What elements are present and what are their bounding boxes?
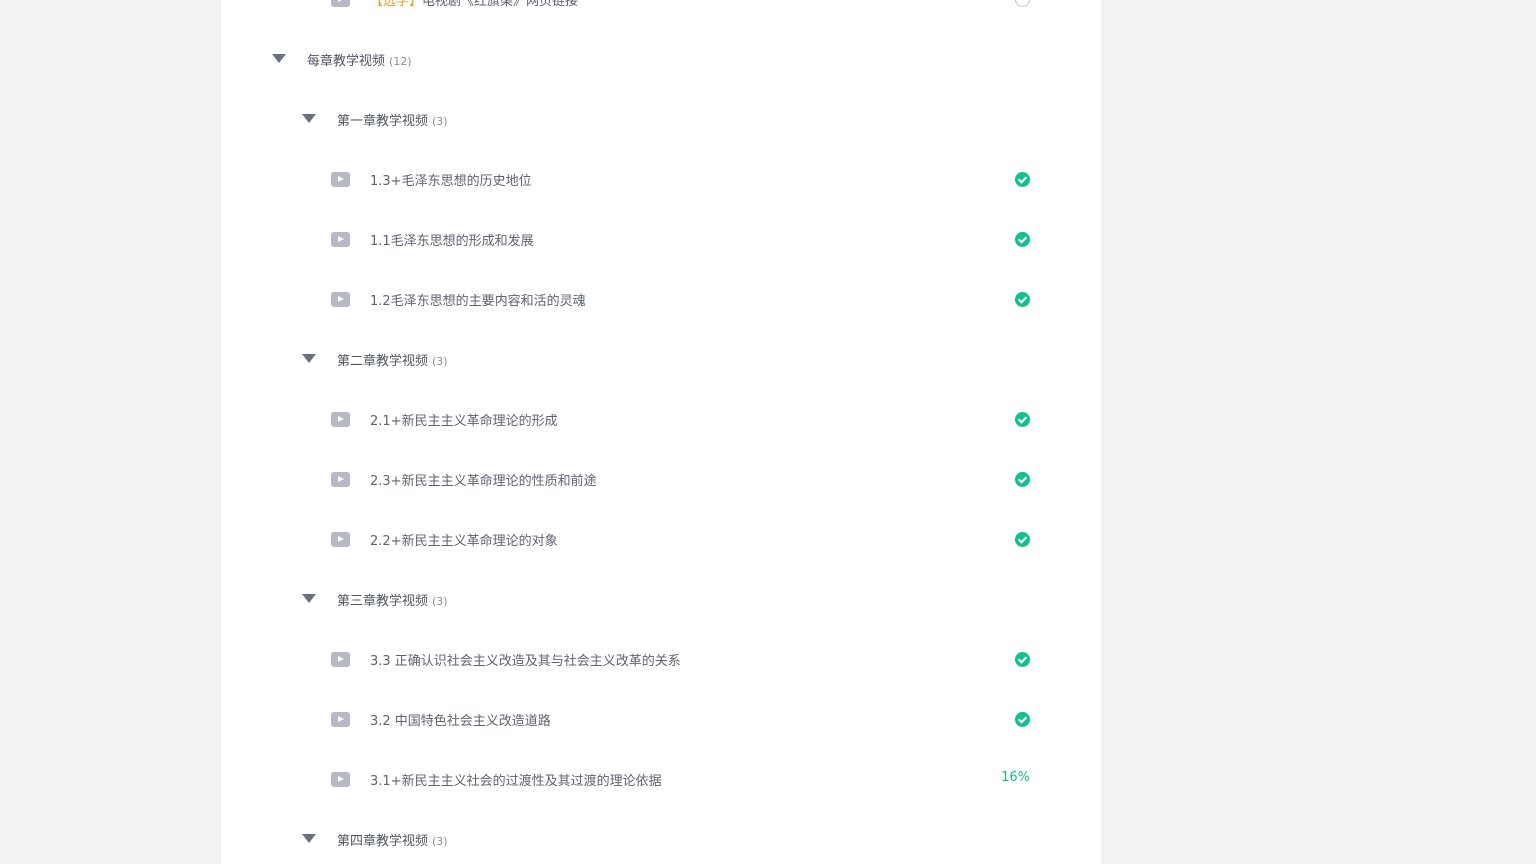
item-label: 2.1+新民主主义革命理论的形成	[370, 414, 558, 429]
folder-title: 每章教学视频	[307, 54, 386, 69]
check-circle-icon	[1015, 232, 1030, 247]
empty-circle-icon	[1015, 0, 1030, 7]
triangle-down-icon[interactable]	[302, 354, 316, 363]
check-circle-icon	[1015, 172, 1030, 187]
check-circle-icon	[1015, 412, 1030, 427]
folder-count: (3)	[432, 115, 448, 128]
folder-label: 第一章教学视频 (3)	[337, 110, 448, 129]
video-play-icon	[331, 532, 350, 547]
item-label: 1.1毛泽东思想的形成和发展	[370, 234, 534, 249]
folder-chapter-3[interactable]: 第三章教学视频 (3)	[221, 570, 1101, 630]
item-label: 3.2 中国特色社会主义改造道路	[370, 714, 551, 729]
video-play-icon	[331, 472, 350, 487]
folder-count: (12)	[389, 55, 412, 68]
check-circle-icon	[1015, 532, 1030, 547]
video-play-icon	[331, 712, 350, 727]
folder-chapter-2[interactable]: 第二章教学视频 (3)	[221, 330, 1101, 390]
list-item[interactable]: 3.3 正确认识社会主义改造及其与社会主义改革的关系	[221, 630, 1101, 690]
list-item[interactable]: 2.3+新民主主义革命理论的性质和前途	[221, 450, 1101, 510]
folder-count: (3)	[432, 355, 448, 368]
optional-tag: 【选学】	[370, 0, 423, 9]
folder-title: 第三章教学视频	[337, 594, 429, 609]
folder-label: 第三章教学视频 (3)	[337, 590, 448, 609]
check-circle-icon	[1015, 712, 1030, 727]
triangle-down-icon[interactable]	[302, 834, 316, 843]
triangle-down-icon[interactable]	[302, 594, 316, 603]
course-directory-panel: 【选学】电视剧《红旗渠》网页链接 每章教学视频 (12) 第一章教学视频 (3) 1…	[221, 0, 1101, 864]
folder-root[interactable]: 每章教学视频 (12)	[221, 30, 1101, 90]
list-item[interactable]: 3.1+新民主主义社会的过渡性及其过渡的理论依据 16%	[221, 750, 1101, 810]
list-item[interactable]: 2.1+新民主主义革命理论的形成	[221, 390, 1101, 450]
video-play-icon	[331, 0, 350, 7]
item-label: 2.2+新民主主义革命理论的对象	[370, 534, 558, 549]
check-circle-icon	[1015, 292, 1030, 307]
list-item-partial[interactable]: 【选学】电视剧《红旗渠》网页链接	[221, 0, 1101, 30]
folder-label: 第四章教学视频 (3)	[337, 830, 448, 849]
video-play-icon	[331, 292, 350, 307]
list-item[interactable]: 1.1毛泽东思想的形成和发展	[221, 210, 1101, 270]
item-label: 2.3+新民主主义革命理论的性质和前途	[370, 474, 597, 489]
folder-chapter-4[interactable]: 第四章教学视频 (3)	[221, 810, 1101, 864]
list-item[interactable]: 1.2毛泽东思想的主要内容和活的灵魂	[221, 270, 1101, 330]
list-item[interactable]: 3.2 中国特色社会主义改造道路	[221, 690, 1101, 750]
triangle-down-icon[interactable]	[272, 54, 286, 63]
item-title: 电视剧《红旗渠》网页链接	[422, 0, 579, 9]
item-label: 3.3 正确认识社会主义改造及其与社会主义改革的关系	[370, 654, 681, 669]
item-label: 【选学】电视剧《红旗渠》网页链接	[370, 0, 578, 9]
list-item[interactable]: 1.3+毛泽东思想的历史地位	[221, 150, 1101, 210]
video-play-icon	[331, 412, 350, 427]
video-play-icon	[331, 172, 350, 187]
video-play-icon	[331, 232, 350, 247]
progress-percent: 16%	[1001, 770, 1030, 785]
item-label: 1.3+毛泽东思想的历史地位	[370, 174, 532, 189]
folder-count: (3)	[432, 595, 448, 608]
folder-label: 第二章教学视频 (3)	[337, 350, 448, 369]
folder-count: (3)	[432, 835, 448, 848]
folder-title: 第一章教学视频	[337, 114, 429, 129]
folder-label: 每章教学视频 (12)	[307, 50, 412, 69]
folder-chapter-1[interactable]: 第一章教学视频 (3)	[221, 90, 1101, 150]
check-circle-icon	[1015, 652, 1030, 667]
triangle-down-icon[interactable]	[302, 114, 316, 123]
list-item[interactable]: 2.2+新民主主义革命理论的对象	[221, 510, 1101, 570]
video-play-icon	[331, 652, 350, 667]
item-label: 1.2毛泽东思想的主要内容和活的灵魂	[370, 294, 586, 309]
folder-title: 第二章教学视频	[337, 354, 429, 369]
check-circle-icon	[1015, 472, 1030, 487]
folder-title: 第四章教学视频	[337, 834, 429, 849]
item-label: 3.1+新民主主义社会的过渡性及其过渡的理论依据	[370, 774, 662, 789]
video-play-icon	[331, 772, 350, 787]
